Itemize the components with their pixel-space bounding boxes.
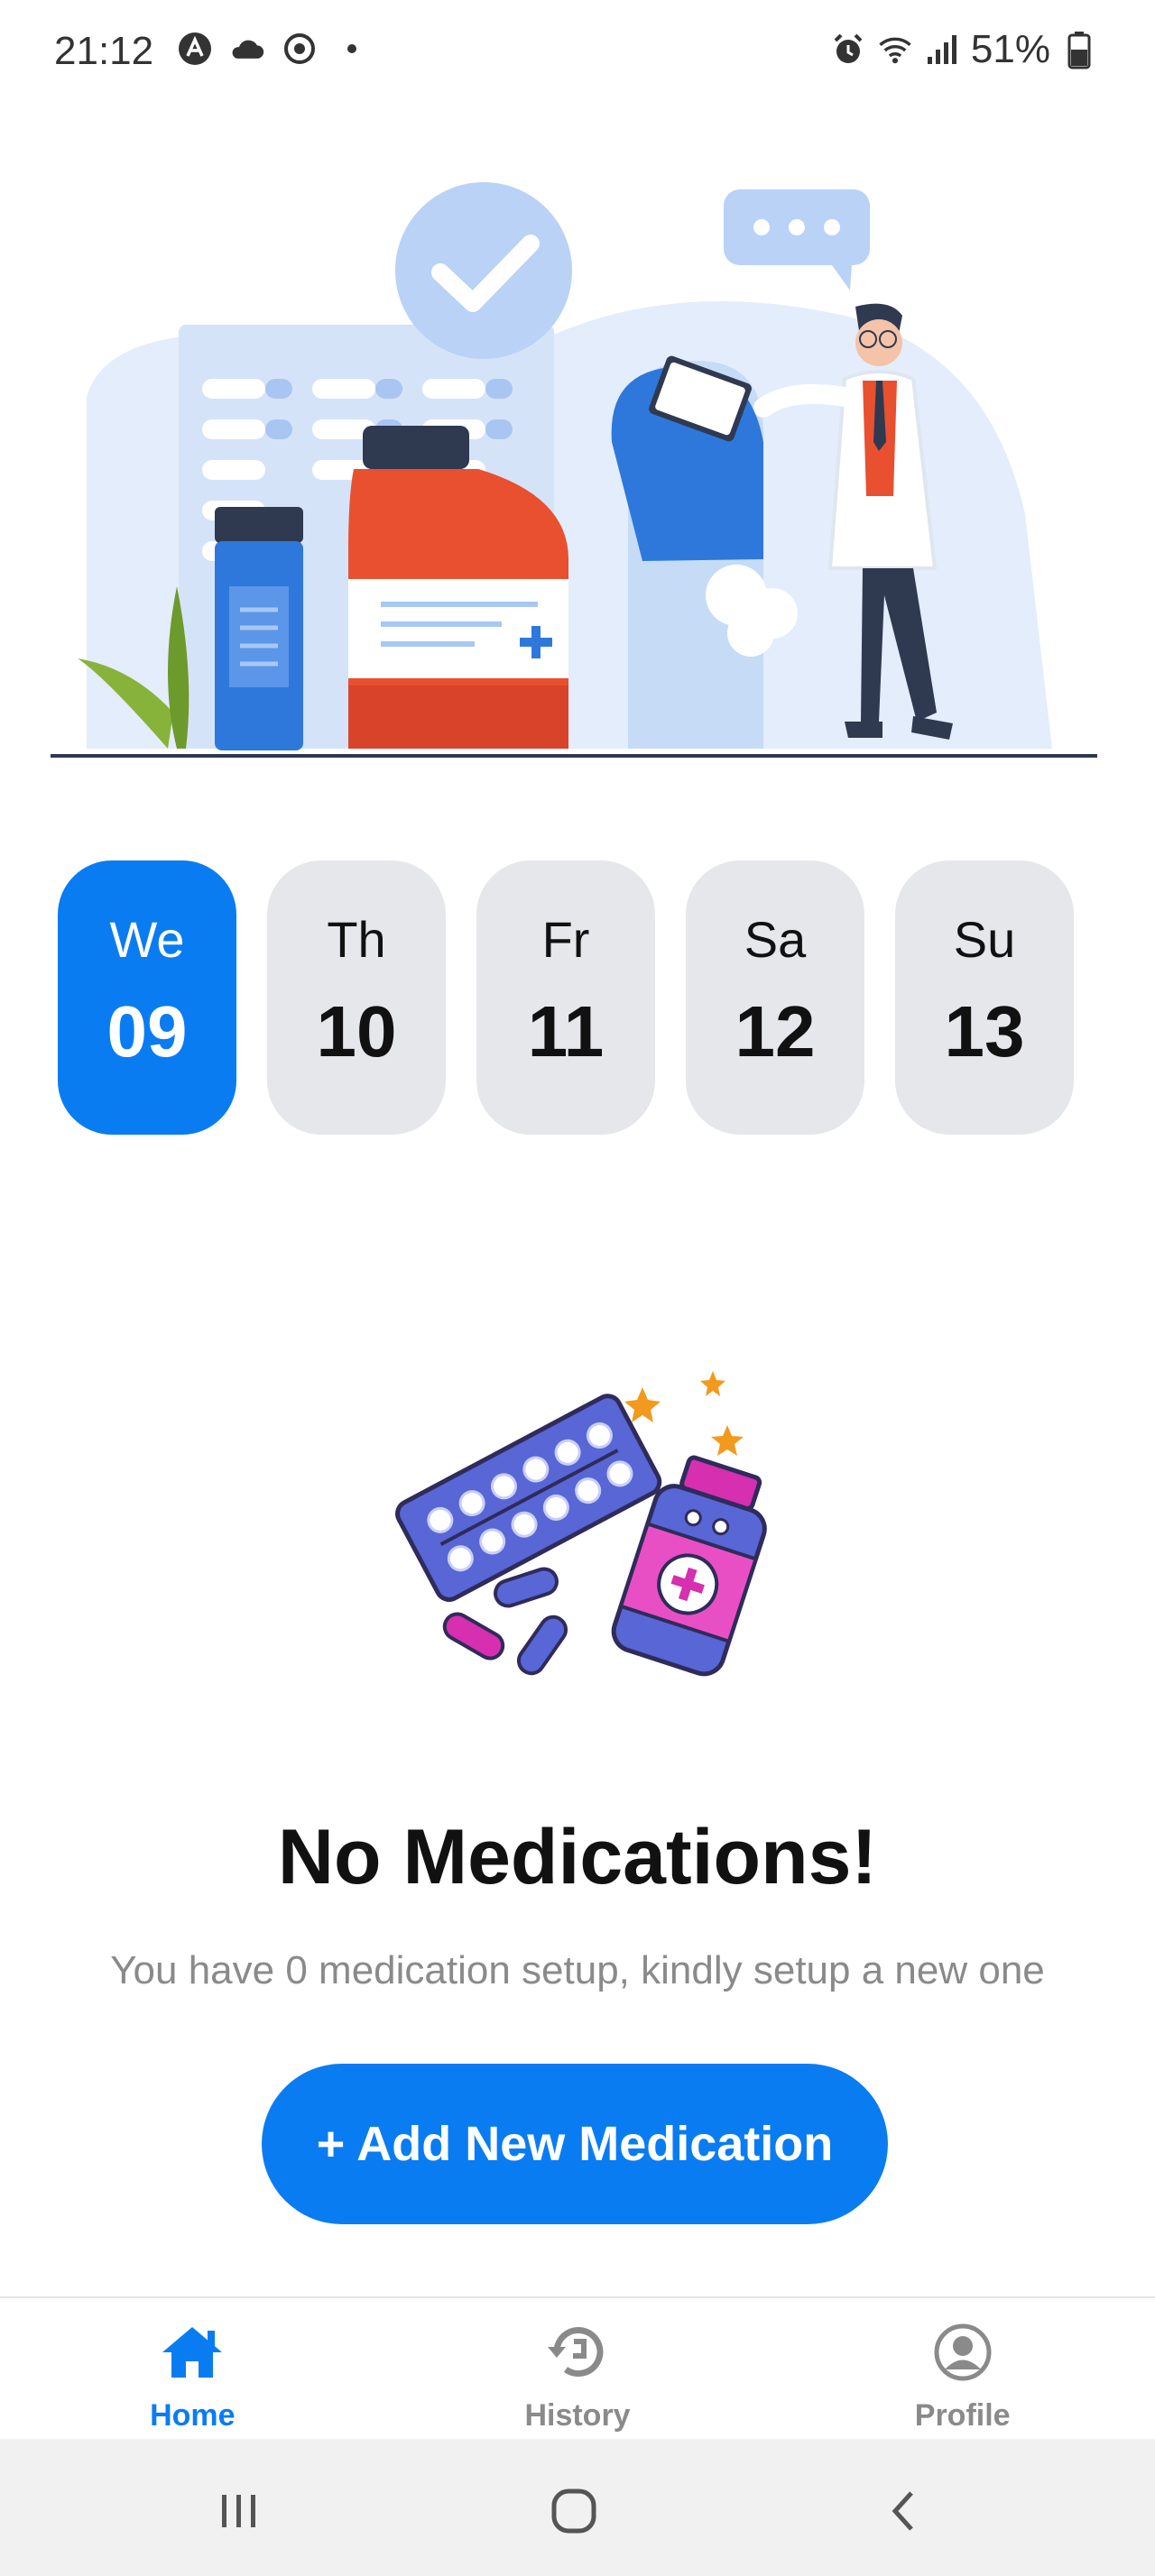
status-time: 21:12 [54,29,154,73]
day-number: 09 [106,991,188,1072]
medications-illustration [388,1362,785,1705]
home-button[interactable] [538,2475,610,2547]
profile-icon [929,2323,996,2386]
empty-state-title: No Medications! [277,1814,878,1900]
add-medication-button[interactable]: + Add New Medication [262,2064,888,2224]
day-name: Fr [541,911,590,968]
status-system-icons: 51% [830,27,1097,72]
status-bar: 21:12 51% [0,0,1155,108]
battery-icon [1061,32,1097,69]
cloud-icon [229,31,265,67]
day-name: Th [327,911,386,968]
day-item-sa[interactable]: Sa 12 [686,860,864,1135]
recent-apps-icon [222,2495,255,2527]
nav-label-profile: Profile [914,2398,1011,2433]
back-button[interactable] [868,2475,940,2547]
hero-illustration [51,171,1097,767]
day-item-su[interactable]: Su 13 [895,860,1074,1135]
day-item-th[interactable]: Th 10 [267,860,446,1135]
signal-icon [924,32,960,68]
day-number: 11 [527,991,605,1072]
nav-item-history[interactable]: History [385,2298,771,2439]
day-name: We [109,911,185,968]
wifi-icon [877,32,913,68]
dot-icon [334,31,370,67]
status-notification-icons [177,31,370,67]
nav-label-history: History [524,2398,631,2433]
day-name: Sa [744,911,807,968]
day-item-fr[interactable]: Fr 11 [476,860,655,1135]
home-circle-icon [551,2489,596,2534]
nav-item-profile[interactable]: Profile [770,2298,1155,2439]
day-number: 12 [735,991,816,1072]
home-icon [159,2323,226,2386]
bottom-navigation: Home History Profile [0,2296,1155,2439]
empty-state-subtitle: You have 0 medication setup, kindly setu… [110,1948,1045,1992]
nav-item-home[interactable]: Home [0,2298,385,2439]
app-notification-icon [177,31,213,67]
day-item-we[interactable]: We 09 [58,860,236,1135]
alarm-icon [830,32,866,68]
history-icon [544,2323,611,2386]
day-number: 13 [944,991,1025,1072]
system-navigation-bar [0,2439,1155,2576]
target-icon [282,31,318,67]
day-name: Su [953,911,1016,968]
nav-label-home: Home [150,2398,236,2433]
recent-apps-button[interactable] [202,2475,274,2547]
day-selector: We 09 Th 10 Fr 11 Sa 12 Su 13 [58,860,1104,1135]
day-number: 10 [316,991,397,1072]
battery-percent: 51% [970,27,1050,71]
back-chevron-icon [892,2491,913,2531]
